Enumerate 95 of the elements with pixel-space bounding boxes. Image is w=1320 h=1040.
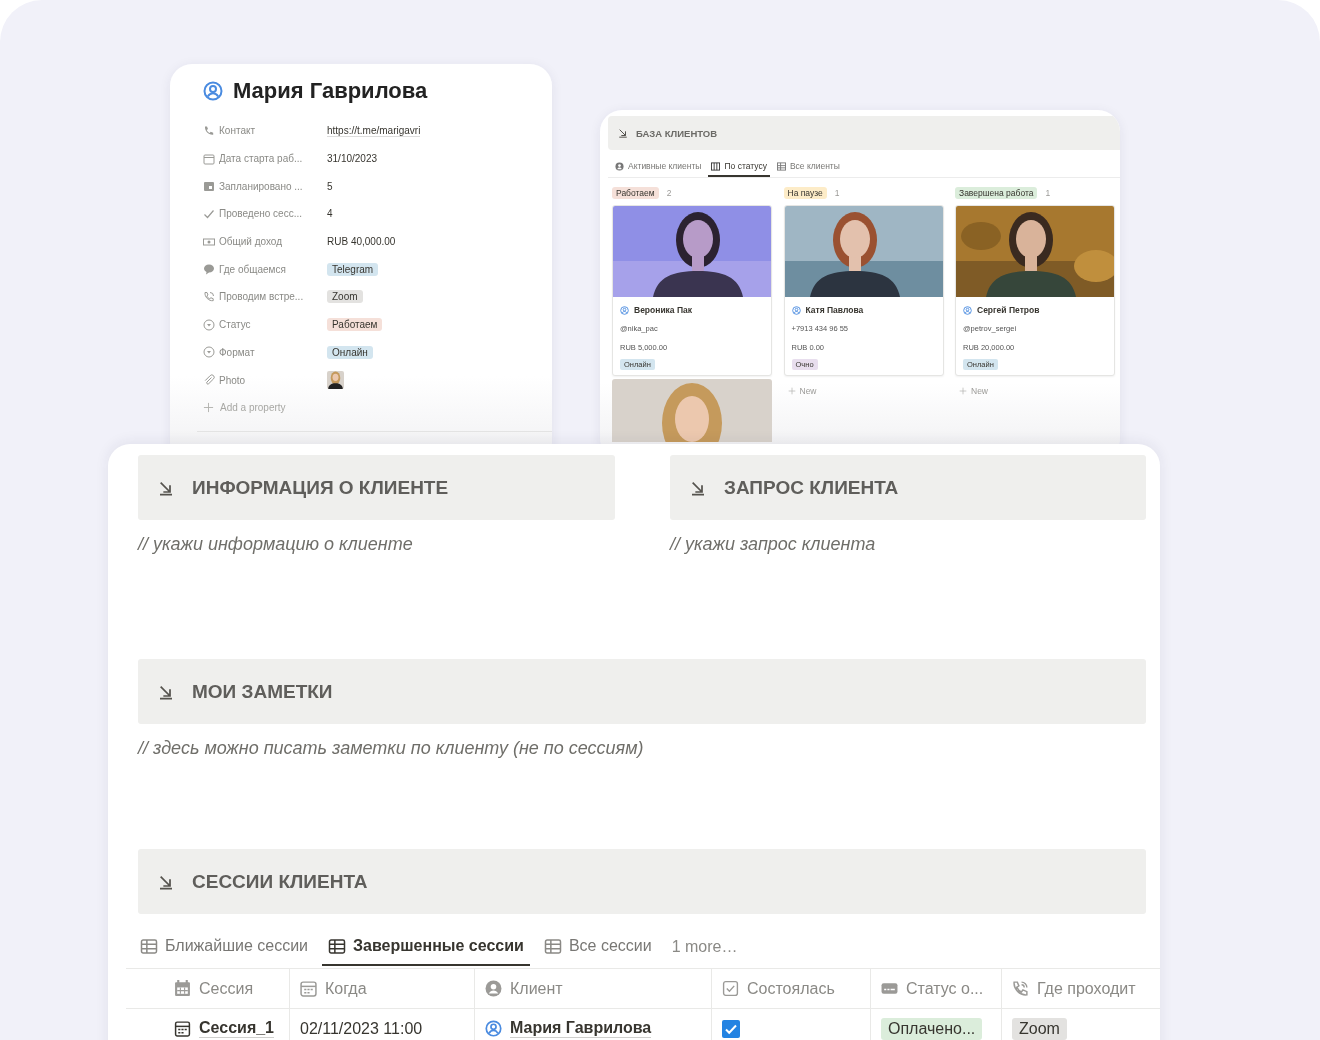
checkbox[interactable] (722, 1019, 740, 1038)
arrow-icon (690, 479, 706, 496)
column-header[interactable]: Когда (325, 979, 367, 998)
hint-text: // здесь можно писать заметки по клиенту (не по сессиям) (138, 738, 645, 760)
dropdown-circle-icon (203, 318, 215, 331)
phone-call-icon (1012, 980, 1029, 997)
speech-bubble-icon (203, 263, 215, 276)
board-icon (711, 161, 721, 171)
card-count: 1 (834, 188, 840, 198)
section-title: МОИ ЗАМЕТКИ (192, 680, 333, 703)
property-value: RUB 40,000.00 (327, 236, 396, 248)
column-header[interactable]: Сессия (199, 979, 254, 998)
plus-icon (959, 387, 967, 395)
section-title: СЕССИИ КЛИЕНТА (192, 870, 368, 893)
property-label: Photo (219, 374, 246, 386)
property-value: 5 (327, 180, 333, 192)
database-title: БАЗА КЛИЕНТОВ (636, 127, 718, 139)
property-tag: Telegram (327, 262, 379, 276)
payment-tag: Оплачено... (881, 1017, 983, 1040)
view-tab[interactable]: Все клиенты (773, 157, 843, 177)
client-name: Катя Павлова (805, 305, 864, 315)
user-icon (620, 305, 629, 315)
status-tag: Работаем (612, 187, 659, 199)
property-label: Запланировано ... (219, 180, 303, 192)
table-icon (776, 161, 786, 171)
client-name: Вероника Пак (634, 305, 693, 315)
person-icon (485, 980, 502, 997)
property-value: 4 (327, 208, 333, 220)
money-icon (203, 235, 215, 248)
property-label: Контакт (219, 125, 255, 137)
column-header[interactable]: Где проходит (1037, 979, 1136, 998)
view-tab[interactable]: Завершенные сессии (322, 928, 530, 966)
add-property-button[interactable]: Add a property (203, 393, 552, 421)
view-tab[interactable]: Ближайшие сессии (134, 928, 315, 966)
user-icon (963, 305, 972, 315)
arrow-icon (158, 873, 174, 890)
status-tag: Завершена работа (955, 187, 1038, 199)
property-label: Общий доход (219, 236, 283, 248)
table-icon (543, 938, 562, 954)
property-tag: Онлайн (327, 345, 373, 359)
more-views-link[interactable]: 1 more… (665, 928, 744, 966)
property-value: 31/10/2023 (327, 153, 378, 165)
new-card-button[interactable]: New (783, 386, 944, 396)
table-icon (328, 938, 347, 954)
section-title: ЗАПРОС КЛИЕНТА (724, 476, 899, 499)
contact-link[interactable]: https://t.me/marigavri (327, 124, 421, 137)
card-count: 2 (666, 188, 672, 198)
section-title: ИНФОРМАЦИЯ О КЛИЕНТЕ (192, 476, 449, 499)
hint-text: // укажи информацию о клиенте (138, 534, 414, 556)
calendar-icon (300, 980, 317, 997)
arrow-icon (618, 128, 628, 138)
status-tag: На паузе (783, 187, 827, 199)
view-tab[interactable]: Активные клиенты (612, 157, 705, 177)
calendar-icon (174, 980, 191, 997)
calendar-icon (203, 152, 215, 165)
phone-call-icon (203, 290, 215, 303)
property-label: Проведено сесс... (219, 208, 302, 220)
view-tab[interactable]: Все сессии (537, 928, 658, 966)
arrow-icon (158, 683, 174, 700)
dropdown-circle-icon (203, 346, 215, 359)
column-header[interactable]: Клиент (510, 979, 563, 998)
user-icon (791, 305, 801, 315)
check-icon (203, 207, 215, 220)
user-icon (203, 81, 223, 101)
calendar-icon (174, 1020, 191, 1037)
session-name[interactable]: Сессия_1 (199, 1019, 274, 1038)
card-count: 1 (1045, 188, 1051, 198)
property-label: Где общаемся (219, 263, 286, 275)
arrow-icon (158, 479, 174, 496)
table-icon (140, 938, 158, 954)
plus-icon (787, 387, 796, 395)
client-name: Сергей Петров (977, 305, 1040, 315)
column-header[interactable]: Статус о... (906, 979, 984, 998)
new-card-button[interactable]: New (955, 386, 1115, 396)
page-title: Мария Гаврилова (233, 78, 428, 104)
view-tab[interactable]: По статусу (708, 157, 770, 177)
user-icon (485, 1020, 502, 1037)
property-label: Статус (219, 319, 251, 331)
hint-text: // укажи запрос клиента (670, 534, 877, 556)
property-label: Дата старта раб... (219, 153, 303, 165)
client-link[interactable]: Мария Гаврилова (510, 1019, 652, 1038)
paperclip-icon (203, 374, 215, 387)
column-header[interactable]: Состоялась (747, 979, 835, 998)
calendar-icon (203, 180, 215, 193)
place-tag: Zoom (1012, 1017, 1067, 1040)
property-tag: Работаем (327, 318, 383, 332)
card-icon (881, 980, 898, 997)
property-label: Формат (219, 346, 255, 358)
checkbox-icon (722, 980, 739, 997)
person-icon (615, 161, 624, 171)
property-label: Проводим встре... (219, 291, 304, 303)
plus-icon (203, 401, 214, 413)
property-tag: Zoom (327, 290, 363, 304)
session-date: 02/11/2023 11:00 (300, 1019, 423, 1038)
phone-icon (203, 124, 215, 137)
